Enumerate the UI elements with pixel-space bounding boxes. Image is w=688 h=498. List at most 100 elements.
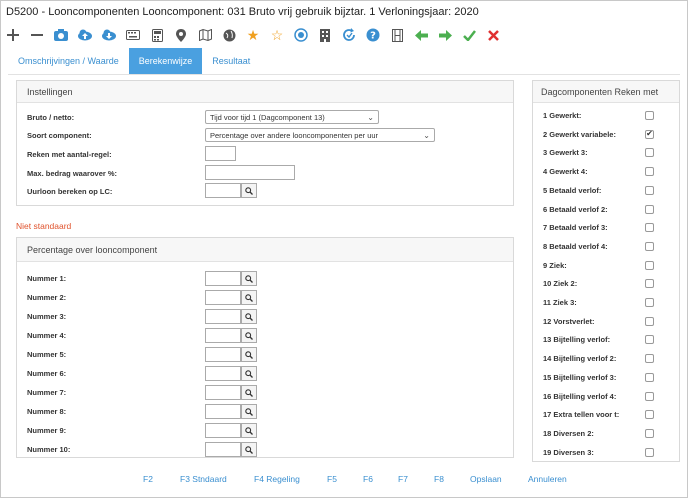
bruto-select[interactable]: Tijd voor tijd 1 (Dagcomponent 13) ⌄	[205, 110, 379, 124]
reken-input[interactable]	[205, 146, 236, 161]
cloud-upload-icon[interactable]	[76, 26, 94, 44]
minus-icon[interactable]	[28, 26, 46, 44]
soort-label: Soort component:	[27, 131, 92, 140]
nummer-input[interactable]	[205, 385, 241, 400]
nummer-lookup-button[interactable]	[241, 309, 257, 324]
nummer-input[interactable]	[205, 309, 241, 324]
dagcomponent-checkbox[interactable]	[645, 279, 654, 289]
gauge-icon[interactable]	[292, 26, 310, 44]
nummer-input[interactable]	[205, 328, 241, 343]
nummer-input[interactable]	[205, 423, 241, 438]
soort-select-value: Percentage over andere looncomponenten p…	[210, 130, 379, 140]
footer-button[interactable]: F5	[327, 474, 337, 484]
uurloon-label: Uurloon bereken op LC:	[27, 187, 113, 196]
nummer-label: Nummer 6:	[27, 369, 67, 378]
footer-button[interactable]: Opslaan	[470, 474, 502, 484]
dagcomponent-label: 2 Gewerkt variabele:	[543, 129, 616, 139]
uurloon-input[interactable]	[205, 183, 241, 198]
footer-button[interactable]: Annuleren	[528, 474, 567, 484]
dagcomponent-row: 5 Betaald verlof:	[543, 184, 679, 198]
search-icon	[245, 186, 253, 195]
refresh-icon[interactable]	[340, 26, 358, 44]
dagcomponent-checkbox[interactable]	[645, 447, 654, 457]
dagcomponent-checkbox[interactable]	[645, 260, 654, 270]
film-icon[interactable]	[388, 26, 406, 44]
dagcomponent-checkbox[interactable]	[645, 223, 654, 233]
nummer-input[interactable]	[205, 366, 241, 381]
tab-resultaat[interactable]: Resultaat	[202, 48, 260, 74]
nummer-input[interactable]	[205, 404, 241, 419]
dagcomponent-checkbox[interactable]: ✔	[645, 129, 654, 139]
dagcomponent-checkbox[interactable]	[645, 410, 654, 420]
nummer-label: Nummer 2:	[27, 293, 67, 302]
nummer-lookup-button[interactable]	[241, 347, 257, 362]
nummer-lookup-button[interactable]	[241, 328, 257, 343]
tab-omschrijvingen[interactable]: Omschrijvingen / Waarde	[8, 48, 129, 74]
dagcomponent-checkbox[interactable]	[645, 335, 654, 345]
nummer-label: Nummer 8:	[27, 407, 67, 416]
dagcomponent-checkbox[interactable]	[645, 111, 654, 120]
arrow-right-icon[interactable]	[436, 26, 454, 44]
building-icon[interactable]	[316, 26, 334, 44]
dagcomponent-checkbox[interactable]	[645, 428, 654, 438]
close-icon[interactable]	[484, 26, 502, 44]
nummer-input[interactable]	[205, 271, 241, 286]
footer-button[interactable]: F4 Regeling	[254, 474, 300, 484]
nummer-label: Nummer 7:	[27, 388, 67, 397]
dagcomponent-checkbox[interactable]	[645, 241, 654, 251]
instellingen-header: Instellingen	[17, 81, 513, 103]
dagcomponent-row: 6 Betaald verlof 2:	[543, 203, 679, 217]
footer-button[interactable]: F2	[143, 474, 153, 484]
nummer-lookup-button[interactable]	[241, 385, 257, 400]
dagcomponent-label: 1 Gewerkt:	[543, 111, 582, 120]
tab-berekenwijze[interactable]: Berekenwijze	[128, 48, 203, 74]
nummer-lookup-button[interactable]	[241, 423, 257, 438]
help-icon[interactable]: ?	[364, 26, 382, 44]
globe-icon[interactable]	[220, 26, 238, 44]
dagcomponent-checkbox[interactable]	[645, 185, 654, 195]
footer-button[interactable]: F6	[363, 474, 373, 484]
footer-button[interactable]: F3 Stndaard	[180, 474, 227, 484]
map-icon[interactable]	[196, 26, 214, 44]
nummer-lookup-button[interactable]	[241, 442, 257, 457]
soort-select[interactable]: Percentage over andere looncomponenten p…	[205, 128, 435, 142]
dagcomponent-checkbox[interactable]	[645, 354, 654, 364]
star-filled-icon[interactable]: ★	[244, 26, 262, 44]
nummer-input[interactable]	[205, 290, 241, 305]
footer-button[interactable]: F8	[434, 474, 444, 484]
dagcomponent-label: 14 Bijtelling verlof 2:	[543, 354, 617, 364]
cloud-download-icon[interactable]	[100, 26, 118, 44]
dagcomponent-checkbox[interactable]	[645, 316, 654, 326]
calculator-icon[interactable]	[148, 26, 166, 44]
arrow-left-icon[interactable]	[412, 26, 430, 44]
camera-icon[interactable]	[52, 26, 70, 44]
keyboard-icon[interactable]	[124, 26, 142, 44]
dagcomponent-checkbox[interactable]	[645, 204, 654, 214]
plus-icon[interactable]	[4, 26, 22, 44]
dagcomponent-row: 7 Betaald verlof 3:	[543, 221, 679, 235]
dagcomponent-checkbox[interactable]	[645, 167, 654, 177]
dagcomponent-checkbox[interactable]	[645, 148, 654, 158]
dagcomponent-checkbox[interactable]	[645, 391, 654, 401]
nummer-lookup-button[interactable]	[241, 404, 257, 419]
nummer-input[interactable]	[205, 442, 241, 457]
nummer-input[interactable]	[205, 347, 241, 362]
search-icon	[245, 369, 253, 378]
max-bedrag-input[interactable]	[205, 165, 295, 180]
nummer-lookup-button[interactable]	[241, 366, 257, 381]
dagcomponent-label: 17 Extra tellen voor t:	[543, 410, 620, 420]
nummer-lookup-button[interactable]	[241, 290, 257, 305]
dagcomponent-checkbox[interactable]	[645, 372, 654, 382]
dagcomponent-label: 12 Vorstverlet:	[543, 316, 595, 326]
dagcomponent-checkbox[interactable]	[645, 298, 654, 307]
chevron-down-icon: ⌄	[423, 131, 430, 140]
star-outline-icon[interactable]: ☆	[268, 26, 286, 44]
uurloon-lookup-button[interactable]	[241, 183, 257, 198]
map-pin-icon[interactable]	[172, 26, 190, 44]
dagcomponent-row: 14 Bijtelling verlof 2:	[543, 352, 679, 366]
check-icon[interactable]	[460, 26, 478, 44]
nummer-lookup-button[interactable]	[241, 271, 257, 286]
dagcomponenten-header: Dagcomponenten Reken met	[533, 81, 679, 103]
svg-text:?: ?	[370, 31, 376, 42]
footer-button[interactable]: F7	[398, 474, 408, 484]
